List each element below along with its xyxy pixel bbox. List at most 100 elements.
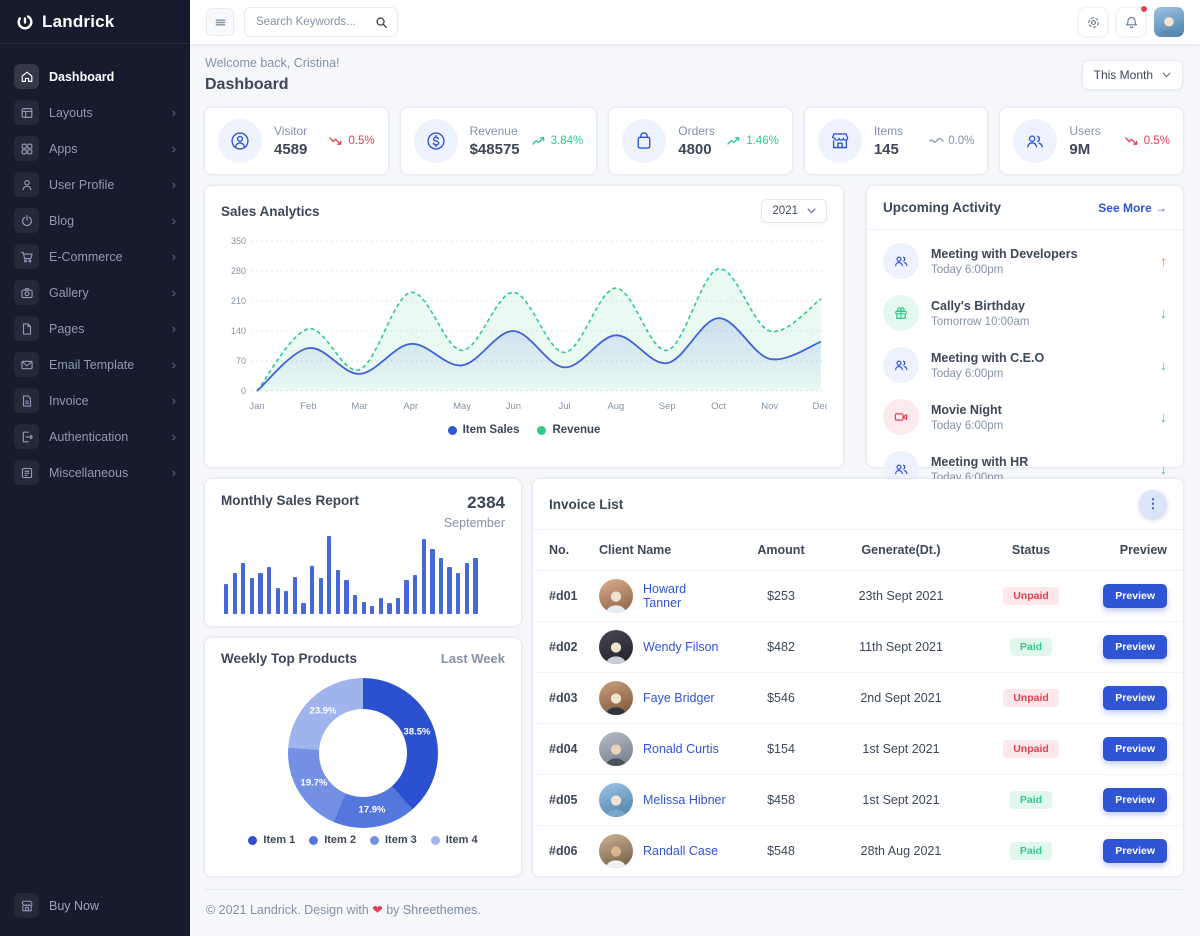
main-area: Welcome back, Cristina! Dashboard This M… [190, 0, 1200, 936]
col-client: Client Name [591, 530, 735, 571]
chevron-right-icon: › [172, 466, 176, 479]
activity-title: Meeting with C.E.O [931, 351, 1044, 365]
preview-button[interactable]: Preview [1103, 788, 1167, 812]
invoice-no: #d01 [533, 571, 591, 622]
activity-time: Today 6:00pm [931, 264, 1078, 276]
brand-logo[interactable]: Landrick [0, 0, 190, 44]
donut-slice-label: 19.7% [301, 778, 328, 789]
settings-button[interactable] [1078, 7, 1108, 37]
camera-icon [14, 280, 39, 305]
search-input[interactable] [254, 15, 369, 29]
year-select[interactable]: 2021 [761, 199, 827, 223]
stat-card-revenue: Revenue $48575 3.84% [401, 108, 597, 174]
notifications-button[interactable] [1116, 7, 1146, 37]
svg-text:Feb: Feb [300, 401, 316, 412]
hamburger-menu-button[interactable] [206, 8, 234, 36]
period-select-value: This Month [1094, 68, 1153, 82]
invoice-date: 28th Aug 2021 [827, 826, 975, 877]
chart-legend: Item Sales Revenue [205, 424, 843, 436]
misc-doc-icon [14, 460, 39, 485]
chevron-right-icon: › [172, 286, 176, 299]
activity-title: Meeting with Developers [931, 247, 1078, 261]
table-row: #d02 Wendy Filson $482 11th Sept 2021 Pa… [533, 622, 1183, 673]
search-box [244, 7, 398, 37]
sidebar-item-pages[interactable]: Pages › [0, 312, 190, 345]
users-icon [1013, 119, 1057, 163]
sidebar-item-gallery[interactable]: Gallery › [0, 276, 190, 309]
power-icon [14, 208, 39, 233]
sidebar-item-invoice[interactable]: Invoice › [0, 384, 190, 417]
client-name-link[interactable]: Howard Tanner [643, 582, 727, 610]
sidebar-item-layouts[interactable]: Layouts › [0, 96, 190, 129]
donut-slice-label: 23.9% [310, 706, 337, 717]
client-name-link[interactable]: Randall Case [643, 844, 718, 858]
sidebar-item-user-profile[interactable]: User Profile › [0, 168, 190, 201]
activity-item[interactable]: Cally's Birthday Tomorrow 10:00am ↓ [883, 287, 1167, 339]
sidebar-item-email-template[interactable]: Email Template › [0, 348, 190, 381]
monthly-sales-value: 2384 [444, 493, 505, 513]
invoice-no: #d02 [533, 622, 591, 673]
sidebar-item-ecommerce[interactable]: E-Commerce › [0, 240, 190, 273]
preview-button[interactable]: Preview [1103, 635, 1167, 659]
sidebar-item-apps[interactable]: Apps › [0, 132, 190, 165]
svg-text:Jul: Jul [559, 401, 571, 412]
preview-button[interactable]: Preview [1103, 686, 1167, 710]
client-avatar [599, 681, 633, 715]
client-name-link[interactable]: Wendy Filson [643, 640, 719, 654]
kebab-menu-icon[interactable]: ⋮ [1139, 490, 1167, 518]
search-icon[interactable] [375, 16, 388, 29]
team-icon [883, 347, 919, 383]
client-name-link[interactable]: Ronald Curtis [643, 742, 719, 756]
app-root: Landrick Dashboard Layouts › Apps › User… [0, 0, 1200, 936]
sidebar-item-blog[interactable]: Blog › [0, 204, 190, 237]
invoice-no: #d06 [533, 826, 591, 877]
preview-button[interactable]: Preview [1103, 584, 1167, 608]
col-status: Status [975, 530, 1087, 571]
user-avatar[interactable] [1154, 7, 1184, 37]
upcoming-activity-card: Upcoming Activity See More → Meeting wit… [867, 186, 1183, 467]
legend-item: Item 4 [431, 834, 478, 846]
sidebar-item-label: Apps [49, 142, 162, 156]
sidebar: Landrick Dashboard Layouts › Apps › User… [0, 0, 190, 936]
see-more-link[interactable]: See More → [1098, 201, 1167, 215]
svg-text:Sep: Sep [659, 401, 676, 412]
monthly-sales-period: September [444, 516, 505, 530]
sidebar-item-miscellaneous[interactable]: Miscellaneous › [0, 456, 190, 489]
client-avatar [599, 630, 633, 664]
activity-item[interactable]: Meeting with C.E.O Today 6:00pm ↓ [883, 339, 1167, 391]
products-donut-chart: 38.5%17.9%19.7%23.9% [288, 678, 438, 828]
topbar [190, 0, 1200, 44]
invoice-icon [14, 388, 39, 413]
client-name-link[interactable]: Faye Bridger [643, 691, 715, 705]
chevron-right-icon: › [172, 322, 176, 335]
preview-button[interactable]: Preview [1103, 737, 1167, 761]
svg-text:Jan: Jan [249, 401, 264, 412]
brand-name: Landrick [42, 12, 114, 32]
status-badge: Unpaid [1003, 740, 1059, 758]
footer-link[interactable]: Shreethemes. [403, 903, 481, 917]
sidebar-item-authentication[interactable]: Authentication › [0, 420, 190, 453]
chevron-right-icon: › [172, 106, 176, 119]
monthly-sales-card: Monthly Sales Report 2384 September [205, 479, 521, 626]
page-title: Dashboard [205, 76, 340, 94]
preview-button[interactable]: Preview [1103, 839, 1167, 863]
cart-icon [14, 244, 39, 269]
activity-item[interactable]: Movie Night Today 6:00pm ↓ [883, 391, 1167, 443]
monthly-sales-bar-chart [221, 534, 505, 614]
stat-card-items: Items 145 0.0% [805, 108, 988, 174]
sidebar-item-dashboard[interactable]: Dashboard [0, 60, 190, 93]
activity-item[interactable]: Meeting with Developers Today 6:00pm ↑ [883, 235, 1167, 287]
client-name-link[interactable]: Melissa Hibner [643, 793, 726, 807]
sidebar-nav: Dashboard Layouts › Apps › User Profile … [0, 44, 190, 883]
sidebar-item-label: Invoice [49, 394, 162, 408]
table-row: #d04 Ronald Curtis $154 1st Sept 2021 Un… [533, 724, 1183, 775]
footer-text: © 2021 Landrick. Design with [206, 903, 369, 917]
svg-text:Dec: Dec [813, 401, 827, 412]
apps-grid-icon [14, 136, 39, 161]
buy-now-button[interactable]: Buy Now [0, 883, 190, 936]
svg-text:Jun: Jun [506, 401, 521, 412]
sales-analytics-chart: 070140210280350JanFebMarAprMayJunJulAugS… [205, 233, 843, 422]
year-select-value: 2021 [772, 205, 798, 217]
status-badge: Paid [1010, 638, 1052, 656]
period-select[interactable]: This Month [1082, 60, 1183, 90]
